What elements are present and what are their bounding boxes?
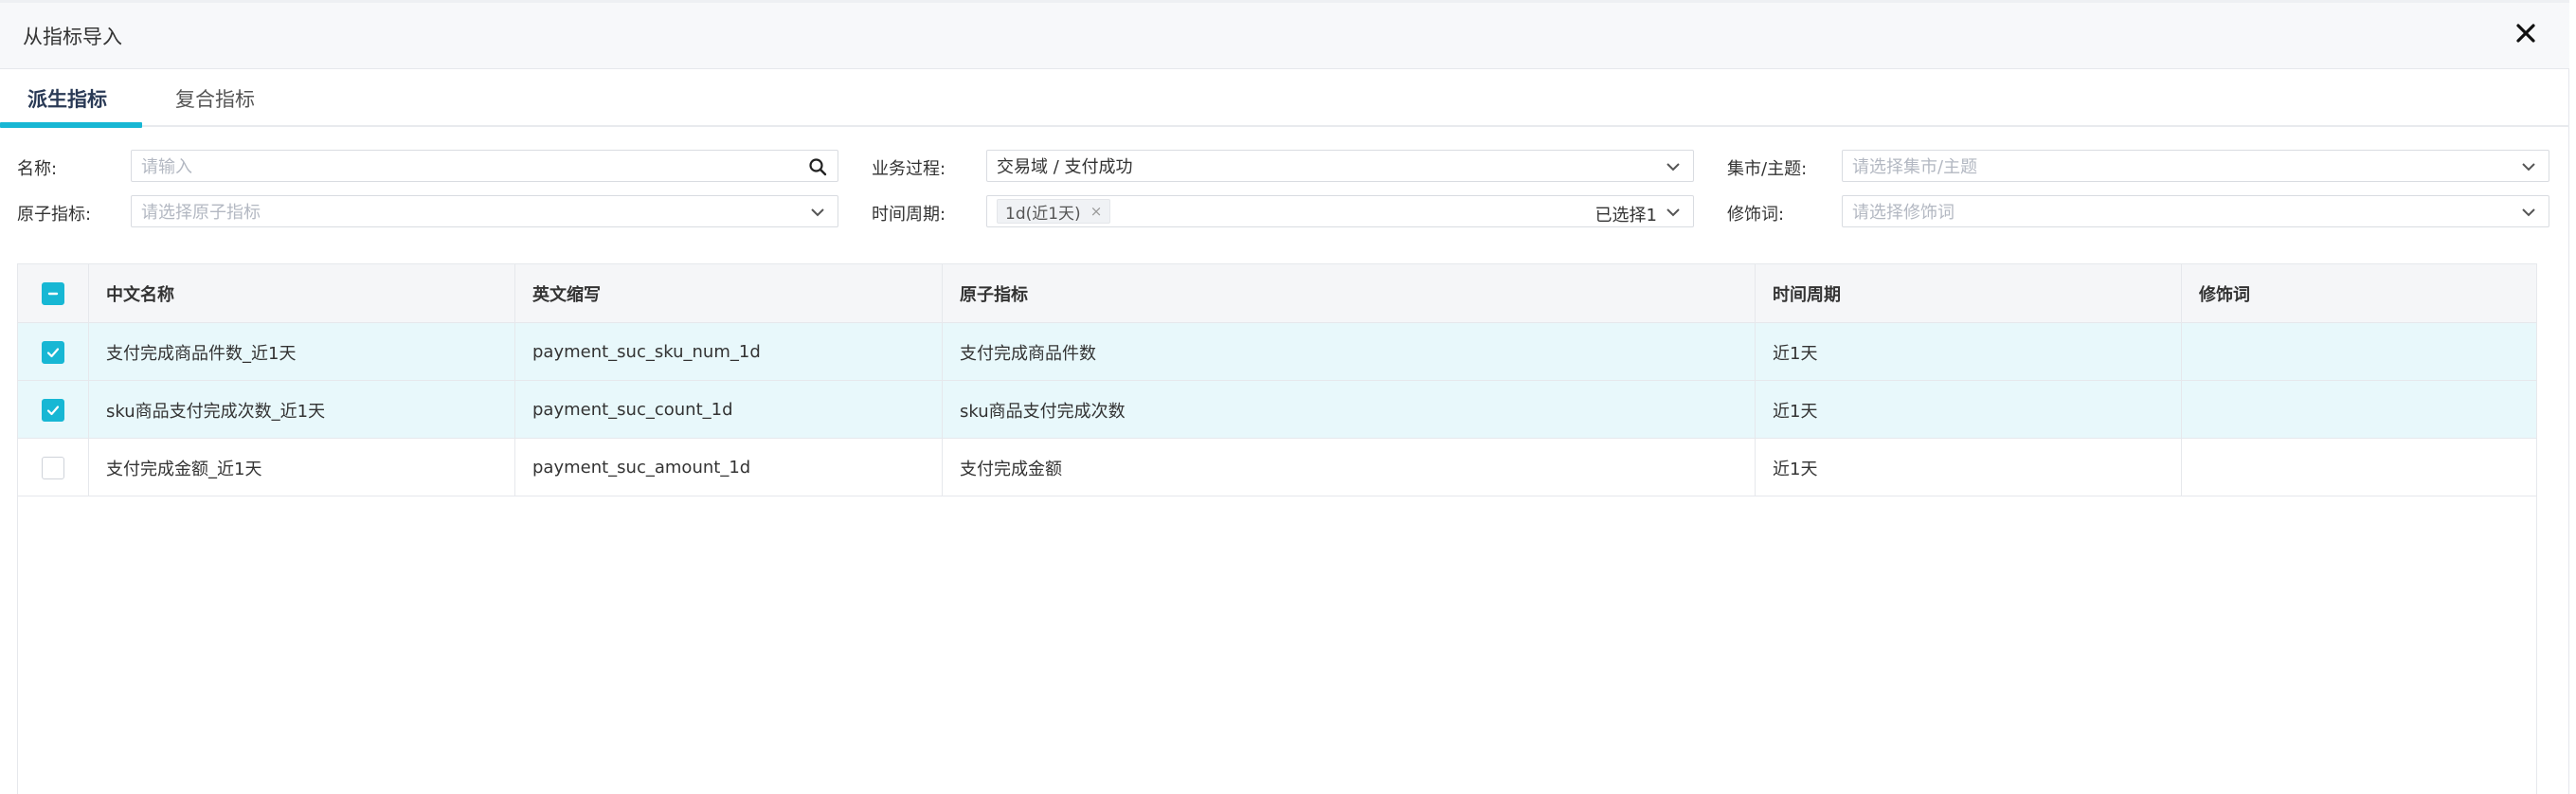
- active-tab-indicator: [0, 122, 142, 128]
- business-process-select[interactable]: 交易域 / 支付成功: [986, 150, 1694, 182]
- cell-en-abbr: payment_suc_sku_num_1d: [515, 323, 943, 381]
- name-label: 名称:: [17, 159, 58, 179]
- cell-modifier: [2182, 323, 2536, 381]
- table-row[interactable]: sku商品支付完成次数_近1天 payment_suc_count_1d sku…: [18, 381, 2536, 439]
- col-header-modifier[interactable]: 修饰词: [2182, 264, 2536, 323]
- col-header-atomic-metric[interactable]: 原子指标: [943, 264, 1756, 323]
- row-checkbox-cell: [18, 439, 89, 496]
- check-icon: [46, 347, 60, 357]
- cell-en-abbr: payment_suc_count_1d: [515, 381, 943, 439]
- atomic-metric-label: 原子指标:: [17, 205, 92, 225]
- time-period-label: 时间周期:: [872, 205, 946, 225]
- cell-time-period: 近1天: [1756, 381, 2182, 439]
- metrics-table: 中文名称 英文缩写 原子指标 时间周期 修饰词 支付完成商品件数_近1天 pay…: [17, 263, 2537, 794]
- mart-subject-select[interactable]: 请选择集市/主题: [1842, 150, 2549, 182]
- tab-composite-metrics[interactable]: 复合指标: [175, 84, 255, 113]
- col-header-time-period[interactable]: 时间周期: [1756, 264, 2182, 323]
- modifier-placeholder: 请选择修饰词: [1852, 203, 1955, 223]
- cell-modifier: [2182, 439, 2536, 496]
- row-checkbox[interactable]: [42, 340, 64, 364]
- col-header-en-abbr[interactable]: 英文缩写: [515, 264, 943, 323]
- selected-count: 已选择1: [1594, 206, 1657, 226]
- time-period-select[interactable]: 1d(近1天) × 已选择1: [986, 195, 1694, 227]
- mart-subject-label: 集市/主题:: [1727, 159, 1808, 179]
- close-icon: [2516, 24, 2535, 43]
- chevron-down-icon: [2518, 202, 2539, 223]
- cell-cn-name: sku商品支付完成次数_近1天: [89, 381, 515, 439]
- cell-modifier: [2182, 381, 2536, 439]
- chevron-down-icon: [807, 202, 828, 223]
- cell-time-period: 近1天: [1756, 323, 2182, 381]
- time-period-tag-label: 1d(近1天): [1005, 204, 1081, 224]
- cell-atomic-metric: 支付完成金额: [943, 439, 1756, 496]
- tab-derived-metrics[interactable]: 派生指标: [27, 84, 107, 113]
- check-icon: [46, 405, 60, 415]
- close-button[interactable]: [2509, 16, 2543, 50]
- time-period-tag: 1d(近1天) ×: [997, 199, 1111, 224]
- cell-time-period: 近1天: [1756, 439, 2182, 496]
- chevron-down-icon: [1663, 156, 1684, 177]
- minus-icon: [47, 292, 59, 296]
- table-row[interactable]: 支付完成商品件数_近1天 payment_suc_sku_num_1d 支付完成…: [18, 323, 2536, 381]
- cell-cn-name: 支付完成商品件数_近1天: [89, 323, 515, 381]
- header-checkbox-cell: [18, 264, 89, 323]
- import-dialog: 从指标导入 派生指标 复合指标 名称: 请输入 业务过程: 交易域 / 支付成功…: [0, 0, 2569, 794]
- atomic-metric-placeholder: 请选择原子指标: [141, 203, 261, 223]
- modifier-label: 修饰词:: [1727, 205, 1785, 225]
- tag-remove-icon[interactable]: ×: [1090, 203, 1103, 220]
- row-checkbox[interactable]: [42, 398, 64, 422]
- dialog-title: 从指标导入: [23, 26, 122, 48]
- table-row[interactable]: 支付完成金额_近1天 payment_suc_amount_1d 支付完成金额 …: [18, 439, 2536, 496]
- modifier-select[interactable]: 请选择修饰词: [1842, 195, 2549, 227]
- cell-atomic-metric: sku商品支付完成次数: [943, 381, 1756, 439]
- search-icon[interactable]: [807, 156, 828, 177]
- col-header-cn-name[interactable]: 中文名称: [89, 264, 515, 323]
- chevron-down-icon: [1663, 202, 1684, 223]
- cell-en-abbr: payment_suc_amount_1d: [515, 439, 943, 496]
- name-search-input[interactable]: 请输入: [131, 150, 838, 182]
- atomic-metric-select[interactable]: 请选择原子指标: [131, 195, 838, 227]
- tab-bar: 派生指标 复合指标: [0, 69, 2569, 128]
- row-checkbox-cell: [18, 323, 89, 381]
- business-process-value: 交易域 / 支付成功: [997, 157, 1133, 177]
- cell-atomic-metric: 支付完成商品件数: [943, 323, 1756, 381]
- chevron-down-icon: [2518, 156, 2539, 177]
- cell-cn-name: 支付完成金额_近1天: [89, 439, 515, 496]
- select-all-checkbox[interactable]: [42, 282, 64, 305]
- name-placeholder: 请输入: [141, 157, 192, 177]
- row-checkbox[interactable]: [42, 456, 64, 479]
- row-checkbox-cell: [18, 381, 89, 439]
- mart-subject-placeholder: 请选择集市/主题: [1852, 157, 1978, 177]
- table-header: 中文名称 英文缩写 原子指标 时间周期 修饰词: [18, 264, 2536, 323]
- dialog-header: 从指标导入: [0, 3, 2569, 69]
- business-process-label: 业务过程:: [872, 159, 946, 179]
